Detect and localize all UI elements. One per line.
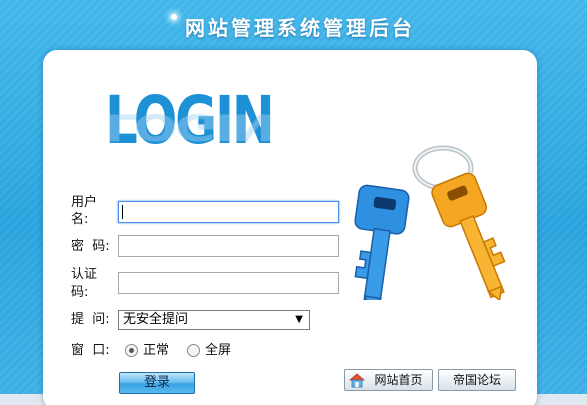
logo-reflection: LOGIN — [105, 105, 273, 149]
captcha-label-line2: 码: — [71, 285, 89, 300]
home-link-button[interactable]: 网站首页 — [344, 369, 433, 391]
window-label: 窗 口: — [71, 343, 110, 358]
window-normal-label[interactable]: 正常 — [143, 343, 169, 359]
login-button[interactable]: 登录 — [119, 372, 195, 394]
password-input[interactable] — [118, 235, 339, 257]
window-normal-radio[interactable] — [125, 344, 138, 357]
keys-icon — [354, 145, 506, 300]
text-caret — [122, 205, 123, 219]
question-select[interactable]: 无安全提问 ▼ — [118, 310, 310, 330]
home-link-label: 网站首页 — [374, 373, 423, 387]
window-fullscreen-label[interactable]: 全屏 — [205, 343, 231, 359]
dropdown-arrow-icon: ▼ — [295, 314, 303, 325]
question-label: 提 问: — [71, 312, 110, 327]
captcha-input[interactable] — [118, 272, 339, 294]
username-input[interactable] — [118, 201, 339, 223]
username-label-line1: 用户 — [71, 195, 98, 210]
sparkle-icon — [171, 14, 177, 20]
window-fullscreen-radio[interactable] — [187, 344, 200, 357]
page-title: 网站管理系统管理后台 — [185, 16, 415, 40]
forum-link-button[interactable]: 帝国论坛 — [438, 369, 516, 391]
username-label-line2: 名: — [71, 212, 89, 227]
question-selected-value: 无安全提问 — [123, 312, 189, 327]
login-logo: LOGIN LOGIN — [105, 86, 315, 196]
password-label: 密 码: — [71, 239, 110, 254]
captcha-label-line1: 认证 — [71, 267, 98, 282]
home-icon — [349, 373, 365, 388]
